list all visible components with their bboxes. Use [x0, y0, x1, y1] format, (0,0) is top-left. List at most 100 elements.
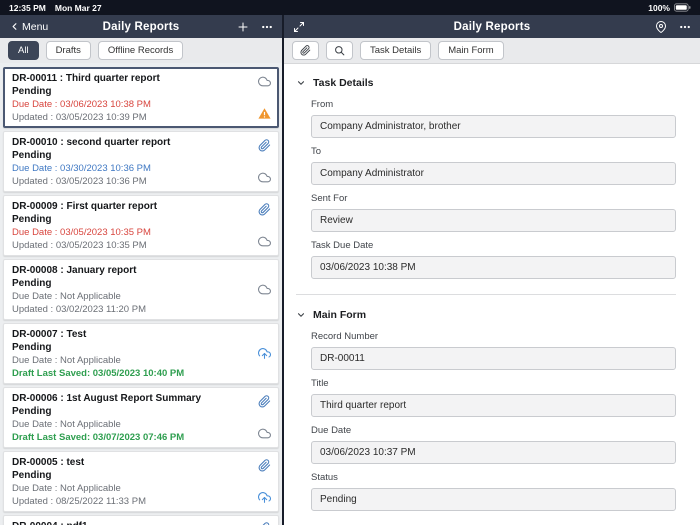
chevron-down-icon [296, 78, 306, 88]
report-status: Pending [12, 406, 52, 417]
report-icon-column [256, 136, 273, 187]
report-card[interactable]: DR-00006 : 1st August Report Summary Pend… [3, 387, 279, 448]
section-fields: From Company Administrator, brother To Comp… [296, 99, 676, 279]
section-title: Task Details [313, 77, 374, 89]
right-panel-title: Daily Reports [453, 20, 531, 33]
detail-toolbar: Task Details Main Form [284, 38, 700, 64]
battery-icon [674, 3, 691, 12]
field-input-from[interactable]: Company Administrator, brother [311, 115, 676, 138]
task-details-button[interactable]: Task Details [360, 41, 432, 60]
report-card[interactable]: DR-00004 : pdf1 [3, 515, 279, 525]
field-sent-for: Sent For Review [311, 193, 676, 232]
field-label: Record Number [311, 331, 379, 342]
left-more-button[interactable] [259, 20, 275, 34]
cloud-icon [258, 283, 271, 296]
field-input-to[interactable]: Company Administrator [311, 162, 676, 185]
field-label: Sent For [311, 193, 348, 204]
field-input-record-number[interactable]: DR-00011 [311, 347, 676, 370]
split-view: Menu Daily Reports All Drafts Offline Reco… [0, 15, 700, 525]
cloud-icon [258, 171, 271, 184]
add-report-button[interactable] [235, 20, 251, 34]
left-panel-header: Menu Daily Reports [0, 15, 282, 38]
report-card[interactable]: DR-00009 : First quarter report Pending Du… [3, 195, 279, 256]
location-button[interactable] [653, 20, 669, 34]
status-bar: 12:35 PM Mon Mar 27 100% [0, 0, 700, 15]
report-due-date: Due Date : Not Applicable [12, 291, 121, 302]
cloud-upload-icon [258, 491, 271, 504]
paperclip-icon [258, 459, 271, 472]
field-input-task-due-date[interactable]: 03/06/2023 10:38 PM [311, 256, 676, 279]
report-card[interactable]: DR-00005 : test Pending Due Date : Not App… [3, 451, 279, 512]
report-list: DR-00011 : Third quarter report Pending Du… [0, 63, 282, 525]
report-status: Pending [12, 214, 52, 225]
chevron-left-icon [9, 21, 20, 32]
field-label: Due Date [311, 425, 352, 436]
report-text: DR-00005 : test Pending Due Date : Not App… [12, 456, 256, 507]
field-input-title[interactable]: Third quarter report [311, 394, 676, 417]
paperclip-icon [258, 203, 271, 216]
report-meta: Updated : 03/05/2023 10:36 PM [12, 176, 147, 187]
report-meta: Draft Last Saved: 03/07/2023 07:46 PM [12, 432, 185, 443]
report-meta: Updated : 08/25/2022 11:33 PM [12, 496, 146, 507]
report-text: DR-00006 : 1st August Report Summary Pend… [12, 392, 256, 443]
section-header-main-form[interactable]: Main Form [296, 304, 676, 323]
search-button[interactable] [326, 41, 353, 60]
report-text: DR-00007 : Test Pending Due Date : Not App… [12, 328, 256, 379]
filter-offline-records[interactable]: Offline Records [97, 41, 184, 60]
cloud-icon [258, 75, 271, 88]
app-root: 12:35 PM Mon Mar 27 100% Menu Daily Repo… [0, 0, 700, 525]
section-header-task-details[interactable]: Task Details [296, 72, 676, 91]
section-fields: Record Number DR-00011 Title Third quarter … [296, 331, 676, 511]
field-label: Status [311, 472, 338, 483]
battery-percent: 100% [648, 2, 670, 13]
filter-drafts[interactable]: Drafts [45, 41, 91, 60]
main-form-button[interactable]: Main Form [438, 41, 504, 60]
report-card[interactable]: DR-00010 : second quarter report Pending D… [3, 131, 279, 192]
field-to: To Company Administrator [311, 146, 676, 185]
report-card[interactable]: DR-00011 : Third quarter report Pending Du… [3, 67, 279, 128]
section-title: Main Form [313, 309, 367, 321]
report-meta: Draft Last Saved: 03/05/2023 10:40 PM [12, 368, 185, 379]
field-label: To [311, 146, 322, 157]
report-meta: Updated : 03/05/2023 10:35 PM [12, 240, 147, 251]
field-title: Title Third quarter report [311, 378, 676, 417]
report-title: DR-00011 : Third quarter report [12, 73, 160, 84]
menu-back-button[interactable]: Menu [7, 20, 50, 34]
filter-all[interactable]: All [8, 41, 39, 60]
status-date: Mon Mar 27 [54, 2, 102, 13]
expand-button[interactable] [291, 20, 307, 34]
field-task-due-date: Task Due Date 03/06/2023 10:38 PM [311, 240, 676, 279]
report-text: DR-00008 : January report Pending Due Date… [12, 264, 256, 315]
detail-content: Task Details From Company Administrator, b… [284, 64, 700, 525]
report-due-date: Due Date : 03/30/2023 10:36 PM [12, 163, 151, 174]
report-due-date: Due Date : Not Applicable [12, 483, 121, 494]
report-due-date: Due Date : 03/05/2023 10:35 PM [12, 227, 151, 238]
right-more-button[interactable] [677, 20, 693, 34]
location-pin-icon [655, 20, 667, 33]
report-detail-panel: Daily Reports Task Details Main Form Tas… [284, 15, 700, 525]
paperclip-icon [258, 139, 271, 152]
report-text: DR-00009 : First quarter report Pending Du… [12, 200, 256, 251]
warning-icon [258, 107, 271, 120]
field-input-status[interactable]: Pending [311, 488, 676, 511]
field-input-due-date[interactable]: 03/06/2023 10:37 PM [311, 441, 676, 464]
report-status: Pending [12, 470, 52, 481]
report-meta: Updated : 03/05/2023 10:39 PM [12, 112, 147, 123]
report-due-date: Due Date : Not Applicable [12, 419, 121, 430]
right-panel-header: Daily Reports [284, 15, 700, 38]
report-icon-column [256, 200, 273, 251]
report-text: DR-00010 : second quarter report Pending D… [12, 136, 256, 187]
paperclip-icon [300, 45, 311, 56]
filter-bar: All Drafts Offline Records [0, 38, 282, 63]
report-title: DR-00010 : second quarter report [12, 137, 171, 148]
report-icon-column [256, 456, 273, 507]
field-label: From [311, 99, 334, 110]
report-title: DR-00006 : 1st August Report Summary [12, 393, 202, 404]
paperclip-icon [258, 395, 271, 408]
report-title: DR-00004 : pdf1 [12, 520, 256, 525]
attachments-button[interactable] [292, 41, 319, 60]
report-text: DR-00011 : Third quarter report Pending Du… [12, 72, 256, 123]
field-input-sent-for[interactable]: Review [311, 209, 676, 232]
report-card[interactable]: DR-00007 : Test Pending Due Date : Not App… [3, 323, 279, 384]
report-card[interactable]: DR-00008 : January report Pending Due Date… [3, 259, 279, 320]
